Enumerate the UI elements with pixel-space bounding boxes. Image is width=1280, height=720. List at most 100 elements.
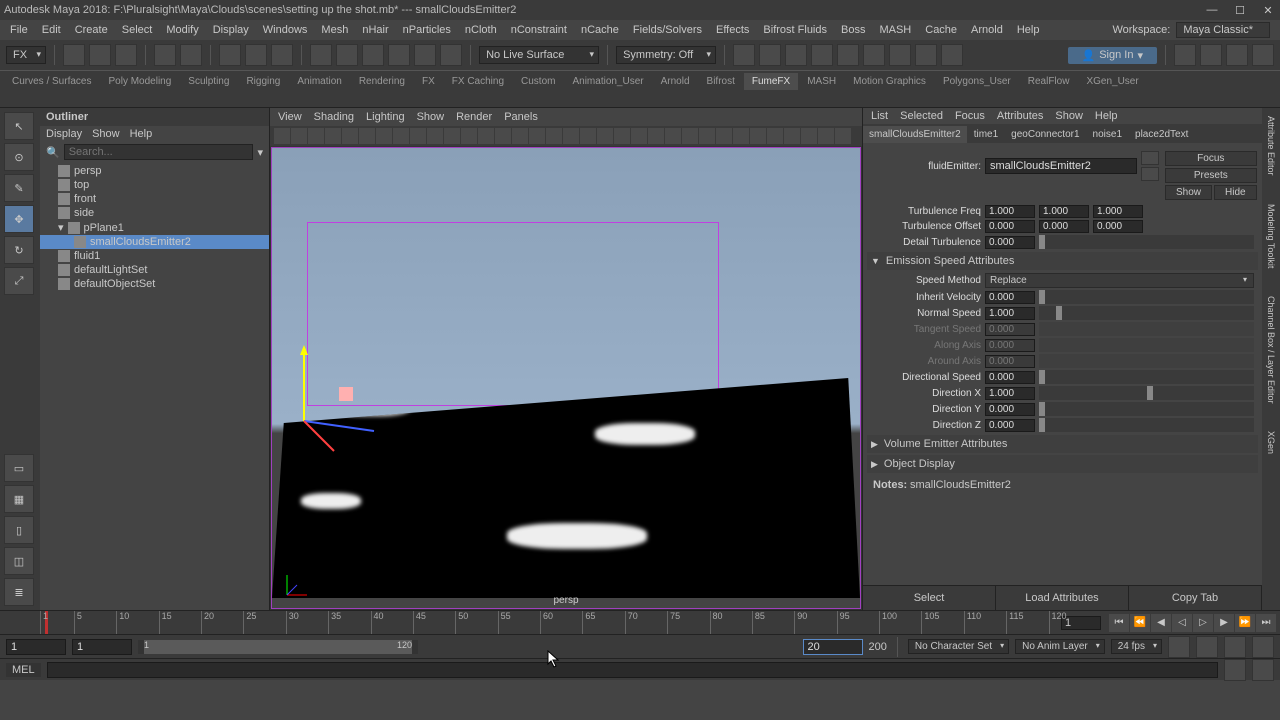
sign-in-button[interactable]: 👤 Sign In ▾ — [1068, 47, 1157, 64]
attr-tab[interactable]: noise1 — [1087, 126, 1128, 143]
copy-tab-button[interactable]: Copy Tab — [1129, 586, 1262, 610]
shelf-tab[interactable]: Animation_User — [564, 73, 651, 90]
current-frame-field[interactable] — [1061, 616, 1101, 630]
outliner-item[interactable]: front — [40, 192, 269, 206]
attr-value-field[interactable] — [985, 220, 1035, 233]
hist-icon[interactable] — [310, 44, 332, 66]
shelf-tab[interactable]: FX — [414, 73, 443, 90]
undo-icon[interactable] — [154, 44, 176, 66]
attr-value-field[interactable] — [1093, 220, 1143, 233]
shelf-tab[interactable]: Animation — [289, 73, 349, 90]
attr-menu-selected[interactable]: Selected — [900, 110, 943, 122]
viewport-tool-icon[interactable] — [767, 128, 783, 144]
select-tool[interactable]: ↖ — [4, 112, 34, 140]
viewport-tool-icon[interactable] — [291, 128, 307, 144]
menu-nparticles[interactable]: nParticles — [397, 22, 457, 38]
shelf-tab[interactable]: FumeFX — [744, 73, 798, 90]
render-icon[interactable] — [863, 44, 885, 66]
attr-slider[interactable] — [1039, 235, 1254, 249]
attr-menu-show[interactable]: Show — [1055, 110, 1083, 122]
close-button[interactable]: ✕ — [1260, 4, 1276, 16]
attr-value-field[interactable] — [985, 403, 1035, 416]
menu-nhair[interactable]: nHair — [356, 22, 394, 38]
menu-edit[interactable]: Edit — [36, 22, 67, 38]
menu-create[interactable]: Create — [69, 22, 114, 38]
hide-button[interactable]: Hide — [1214, 185, 1257, 200]
viewport-tool-icon[interactable] — [342, 128, 358, 144]
attr-slider[interactable] — [1039, 306, 1254, 320]
vp-menu-show[interactable]: Show — [417, 111, 445, 123]
viewport-tool-icon[interactable] — [274, 128, 290, 144]
viewport-tool-icon[interactable] — [444, 128, 460, 144]
viewport-tool-icon[interactable] — [546, 128, 562, 144]
attr-menu-focus[interactable]: Focus — [955, 110, 985, 122]
menu-nconstraint[interactable]: nConstraint — [505, 22, 573, 38]
outliner-item[interactable]: ▾pPlane1 — [40, 220, 269, 235]
fps-dropdown[interactable]: 24 fps — [1111, 639, 1162, 654]
attr-slider[interactable] — [1039, 290, 1254, 304]
menu-fieldssolvers[interactable]: Fields/Solvers — [627, 22, 708, 38]
layout-single-icon[interactable]: ▭ — [4, 454, 34, 482]
shelf-tab[interactable]: XGen_User — [1078, 73, 1146, 90]
outliner-item[interactable]: defaultLightSet — [40, 263, 269, 277]
viewport-tool-icon[interactable] — [410, 128, 426, 144]
go-start-button[interactable]: ⏮ — [1109, 614, 1129, 632]
viewport-tool-icon[interactable] — [733, 128, 749, 144]
layout-outliner-icon[interactable]: ≣ — [4, 578, 34, 606]
viewport-tool-icon[interactable] — [393, 128, 409, 144]
snap-point-icon[interactable] — [271, 44, 293, 66]
command-input[interactable] — [47, 662, 1218, 678]
help-line-icon[interactable] — [1252, 659, 1274, 681]
attr-menu-list[interactable]: List — [871, 110, 888, 122]
step-forward-key-button[interactable]: ⏩ — [1235, 614, 1255, 632]
attr-menu-help[interactable]: Help — [1095, 110, 1118, 122]
paint-tool[interactable]: ✎ — [4, 174, 34, 202]
attr-value-field[interactable] — [985, 371, 1035, 384]
snap-grid-icon[interactable] — [219, 44, 241, 66]
redo-icon[interactable] — [180, 44, 202, 66]
playback-end-field[interactable] — [803, 639, 863, 655]
dock-tab[interactable]: XGen — [1265, 427, 1277, 458]
shelf-tab[interactable]: Motion Graphics — [845, 73, 934, 90]
shelf-tab[interactable]: Rigging — [238, 73, 288, 90]
play-forward-button[interactable]: ▷ — [1193, 614, 1213, 632]
outliner-search-input[interactable] — [64, 144, 254, 160]
live-surface-dropdown[interactable]: No Live Surface — [479, 46, 599, 64]
attr-value-field[interactable] — [985, 307, 1035, 320]
step-back-button[interactable]: ◀ — [1151, 614, 1171, 632]
menu-ncloth[interactable]: nCloth — [459, 22, 503, 38]
layout-persp-icon[interactable]: ◫ — [4, 547, 34, 575]
lasso-tool[interactable]: ⊙ — [4, 143, 34, 171]
step-back-key-button[interactable]: ⏪ — [1130, 614, 1150, 632]
outliner-menu-show[interactable]: Show — [92, 128, 120, 140]
go-end-button[interactable]: ⏭ — [1256, 614, 1276, 632]
io-icon[interactable] — [1141, 151, 1159, 165]
panel-layout-icon[interactable] — [1226, 44, 1248, 66]
outliner-item[interactable]: smallCloudsEmitter2 — [40, 235, 269, 249]
hist-icon[interactable] — [388, 44, 410, 66]
move-manipulator[interactable] — [284, 341, 384, 461]
presets-button[interactable]: Presets — [1165, 168, 1257, 183]
viewport-tool-icon[interactable] — [614, 128, 630, 144]
viewport-tool-icon[interactable] — [682, 128, 698, 144]
shelf-tab[interactable]: Rendering — [351, 73, 413, 90]
hist-icon[interactable] — [414, 44, 436, 66]
panel-layout-icon[interactable] — [1174, 44, 1196, 66]
attr-slider[interactable] — [1039, 418, 1254, 432]
menu-select[interactable]: Select — [116, 22, 159, 38]
viewport-tool-icon[interactable] — [461, 128, 477, 144]
vp-menu-lighting[interactable]: Lighting — [366, 111, 405, 123]
shelf-tab[interactable]: Custom — [513, 73, 563, 90]
attr-value-field[interactable] — [985, 419, 1035, 432]
attr-slider[interactable] — [1039, 370, 1254, 384]
io-icon[interactable] — [1141, 167, 1159, 181]
menu-display[interactable]: Display — [207, 22, 255, 38]
new-scene-icon[interactable] — [63, 44, 85, 66]
viewport-tool-icon[interactable] — [325, 128, 341, 144]
viewport-tool-icon[interactable] — [376, 128, 392, 144]
viewport-tool-icon[interactable] — [563, 128, 579, 144]
save-scene-icon[interactable] — [115, 44, 137, 66]
hist-icon[interactable] — [336, 44, 358, 66]
select-button[interactable]: Select — [863, 586, 996, 610]
layout-four-icon[interactable]: ▦ — [4, 485, 34, 513]
